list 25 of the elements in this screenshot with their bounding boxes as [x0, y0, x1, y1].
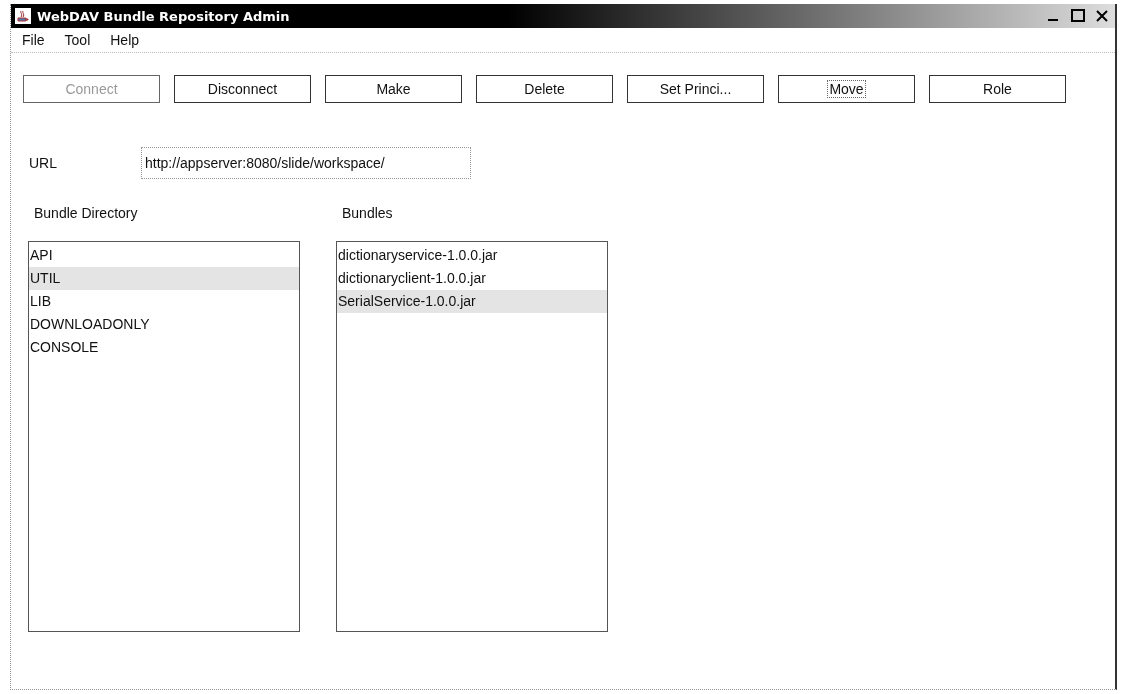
list-label: Bundle Directory	[33, 205, 139, 221]
coffee-cup-icon	[15, 8, 31, 24]
toolbar-button[interactable]: Role	[929, 75, 1066, 103]
list-item[interactable]: dictionaryservice-1.0.0.jar	[337, 244, 607, 267]
toolbar-button[interactable]: Delete	[476, 75, 613, 103]
menu-item[interactable]: Help	[107, 32, 143, 48]
url-field[interactable]: http://appserver:8080/slide/workspace/	[141, 147, 471, 179]
toolbar-button[interactable]: Disconnect	[174, 75, 311, 103]
list-item[interactable]: DOWNLOADONLY	[29, 313, 299, 336]
url-label: URL	[29, 155, 58, 171]
toolbar-button[interactable]: Set Princi...	[627, 75, 764, 103]
toolbar-button[interactable]: Make	[325, 75, 462, 103]
maximize-icon[interactable]	[1069, 8, 1087, 24]
list-item[interactable]: LIB	[29, 290, 299, 313]
menu-item[interactable]: File	[19, 32, 48, 48]
list-item[interactable]: dictionaryclient-1.0.0.jar	[337, 267, 607, 290]
list-item[interactable]: SerialService-1.0.0.jar	[337, 290, 607, 313]
close-icon[interactable]	[1093, 8, 1111, 24]
window-title: WebDAV Bundle Repository Admin	[37, 8, 290, 24]
toolbar-button[interactable]: Move	[778, 75, 915, 103]
list-item[interactable]: CONSOLE	[29, 336, 299, 359]
list-item[interactable]: API	[29, 244, 299, 267]
menu-item[interactable]: Tool	[61, 32, 94, 48]
list-label: Bundles	[341, 205, 394, 221]
list-item[interactable]: UTIL	[29, 267, 299, 290]
